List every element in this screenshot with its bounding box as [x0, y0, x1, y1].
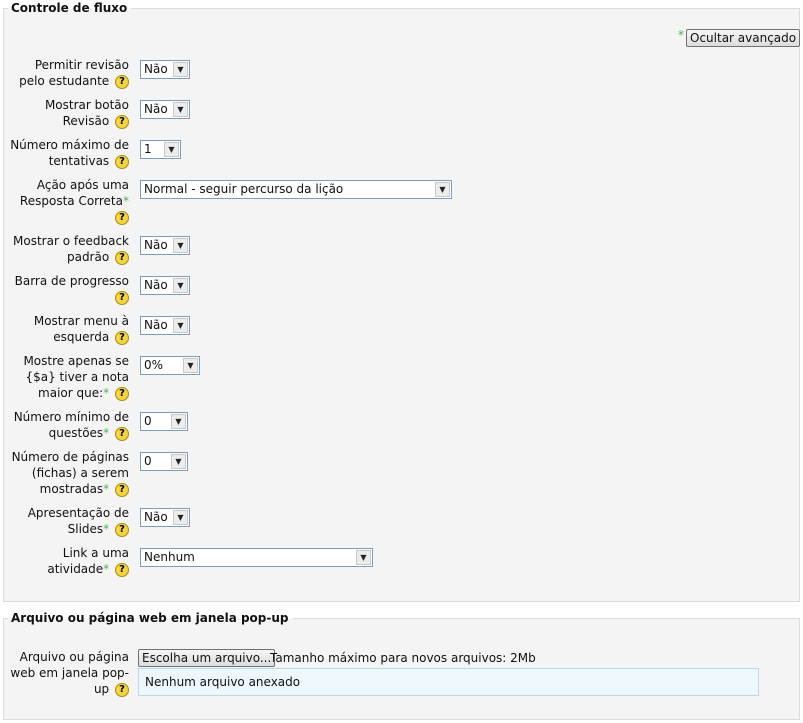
show-review-button-label: Mostrar botão Revisão ?: [44, 98, 129, 129]
help-icon[interactable]: ?: [115, 682, 129, 697]
required-star-icon: *: [678, 28, 684, 42]
slideshow-label: Apresentação de Slides* ?: [27, 506, 129, 537]
activity-link-label: Link a uma atividade* ?: [47, 546, 129, 577]
max-attempts-label: Número máximo de tentativas ?: [10, 138, 129, 169]
allow-review-select[interactable]: Não ▼: [140, 60, 190, 79]
left-menu-label: Mostrar menu à esquerda ?: [33, 314, 129, 345]
allow-review-label: Permitir revisão pelo estudante ?: [19, 58, 129, 89]
min-questions-label: Número mínimo de questões* ?: [13, 410, 129, 441]
no-file-text: Nenhum arquivo anexado: [145, 675, 301, 689]
file-drop-area[interactable]: Nenhum arquivo anexado: [138, 668, 759, 696]
help-icon[interactable]: ?: [115, 482, 129, 497]
chevron-down-icon: ▼: [173, 510, 188, 525]
chevron-down-icon: ▼: [173, 318, 188, 333]
chevron-down-icon: ▼: [171, 414, 186, 429]
help-icon[interactable]: ?: [115, 114, 129, 129]
chevron-down-icon: ▼: [173, 278, 188, 293]
progress-bar-label: Barra de progresso?: [14, 274, 129, 305]
help-icon[interactable]: ?: [115, 250, 129, 265]
min-grade-label: Mostre apenas se {$a} tiver a nota maior q…: [23, 354, 129, 401]
help-icon[interactable]: ?: [115, 210, 129, 225]
chevron-down-icon: ▼: [173, 102, 188, 117]
help-icon[interactable]: ?: [115, 426, 129, 441]
help-icon[interactable]: ?: [115, 154, 129, 169]
action-after-correct-select[interactable]: Normal - seguir percurso da lição ▼: [140, 180, 452, 199]
pages-shown-label: Número de páginas (fichas) a serem mostrad…: [11, 450, 129, 497]
hide-advanced-button[interactable]: Ocultar avançado: [686, 29, 801, 47]
flow-control-legend: Controle de fluxo: [8, 0, 132, 17]
chevron-down-icon: ▼: [164, 142, 179, 157]
flow-control-fieldset: Controle de fluxo * Ocultar avançado Per…: [3, 0, 801, 602]
chevron-down-icon: ▼: [356, 550, 371, 565]
choose-file-button[interactable]: Escolha um arquivo...: [138, 649, 276, 667]
chevron-down-icon: ▼: [183, 358, 198, 373]
slideshow-select[interactable]: Não ▼: [140, 508, 190, 527]
help-icon[interactable]: ?: [115, 290, 129, 305]
progress-bar-select[interactable]: Não ▼: [140, 276, 190, 295]
max-size-text: Tamanho máximo para novos arquivos: 2Mb: [270, 651, 536, 665]
popup-file-label: Arquivo ou página web em janela pop-up ?: [10, 650, 129, 697]
chevron-down-icon: ▼: [173, 238, 188, 253]
left-menu-select[interactable]: Não ▼: [140, 316, 190, 335]
help-icon[interactable]: ?: [115, 562, 129, 577]
show-review-button-select[interactable]: Não ▼: [140, 100, 190, 119]
action-after-correct-label: Ação após uma Resposta Correta* ?: [19, 178, 129, 225]
popup-legend: Arquivo ou página web em janela pop-up: [8, 610, 293, 627]
chevron-down-icon: ▼: [435, 182, 450, 197]
help-icon[interactable]: ?: [115, 74, 129, 89]
min-questions-select[interactable]: 0 ▼: [140, 412, 188, 431]
help-icon[interactable]: ?: [115, 330, 129, 345]
activity-link-select[interactable]: Nenhum ▼: [140, 548, 373, 567]
default-feedback-label: Mostrar o feedback padrão ?: [13, 234, 129, 265]
max-attempts-select[interactable]: 1 ▼: [140, 140, 181, 159]
pages-shown-select[interactable]: 0 ▼: [140, 452, 188, 471]
chevron-down-icon: ▼: [171, 454, 186, 469]
help-icon[interactable]: ?: [115, 522, 129, 537]
chevron-down-icon: ▼: [173, 62, 188, 77]
default-feedback-select[interactable]: Não ▼: [140, 236, 190, 255]
popup-fieldset: Arquivo ou página web em janela pop-up A…: [3, 610, 800, 720]
min-grade-select[interactable]: 0% ▼: [140, 356, 200, 375]
help-icon[interactable]: ?: [115, 386, 129, 401]
